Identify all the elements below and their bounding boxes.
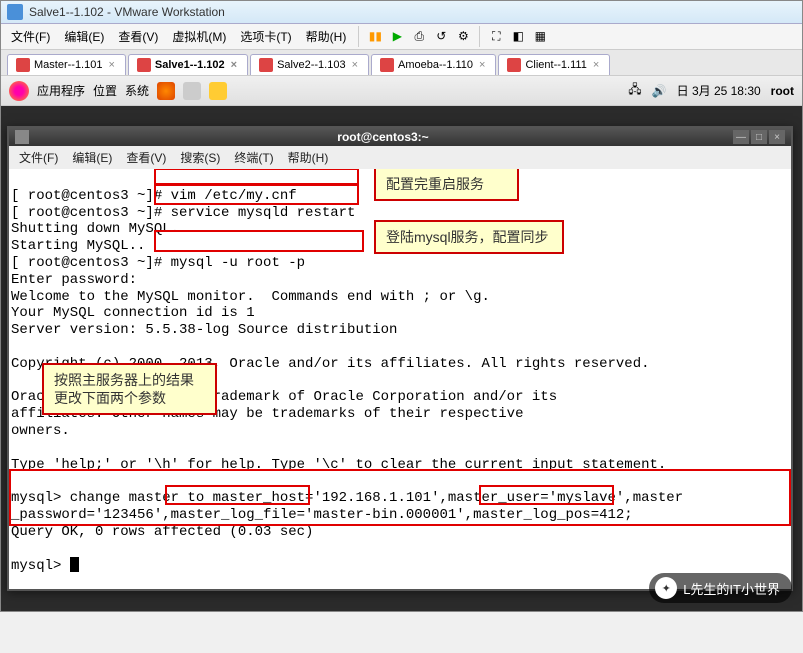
close-icon[interactable]: × bbox=[229, 59, 239, 71]
watermark-badge: ✦ L先生的IT小世界 bbox=[649, 573, 792, 603]
term-line: Starting MySQL.. bbox=[11, 238, 145, 254]
revert-icon[interactable]: ↺ bbox=[431, 26, 451, 46]
tab-salve1[interactable]: Salve1--1.102 × bbox=[128, 54, 248, 75]
terminal-icon bbox=[15, 130, 29, 144]
terminal-title: root@centos3:~ bbox=[35, 130, 731, 144]
term-line: mysql> bbox=[11, 558, 79, 574]
tmenu-file[interactable]: 文件(F) bbox=[13, 147, 64, 168]
menu-edit[interactable]: 编辑(E) bbox=[58, 26, 110, 47]
tab-label: Master--1.101 bbox=[34, 59, 102, 71]
tab-label: Salve2--1.103 bbox=[277, 59, 346, 71]
window-title: Salve1--1.102 - VMware Workstation bbox=[29, 5, 225, 19]
thumb-icon[interactable]: ▦ bbox=[530, 26, 550, 46]
tmenu-terminal[interactable]: 终端(T) bbox=[228, 147, 279, 168]
cursor bbox=[70, 557, 79, 572]
tab-label: Salve1--1.102 bbox=[155, 59, 225, 71]
watermark-text: L先生的IT小世界 bbox=[683, 579, 780, 598]
close-icon[interactable]: × bbox=[106, 59, 116, 71]
vm-tabs-bar: Master--1.101 × Salve1--1.102 × Salve2--1.… bbox=[1, 50, 802, 76]
volume-icon[interactable]: 🔊 bbox=[652, 84, 667, 98]
tmenu-view[interactable]: 查看(V) bbox=[120, 147, 172, 168]
manage-icon[interactable]: ⚙ bbox=[453, 26, 473, 46]
menu-tabs[interactable]: 选项卡(T) bbox=[234, 26, 297, 47]
snapshot-icon[interactable]: ⎙ bbox=[409, 26, 429, 46]
vm-display: root@centos3:~ — □ × 文件(F) 编辑(E) 查看(V) 搜… bbox=[1, 106, 802, 611]
tab-master[interactable]: Master--1.101 × bbox=[7, 54, 126, 75]
term-line: mysql> change master to master_host='192… bbox=[11, 490, 683, 506]
annotation-params: 按照主服务器上的结果更改下面两个参数 bbox=[42, 363, 217, 415]
panel-places[interactable]: 位置 bbox=[93, 82, 117, 99]
gnome-panel: 应用程序 位置 系统 🖧 🔊 日 3月 25 18:30 root bbox=[1, 76, 802, 106]
menu-file[interactable]: 文件(F) bbox=[5, 26, 56, 47]
term-line: Enter password: bbox=[11, 272, 137, 288]
maximize-button[interactable]: □ bbox=[751, 130, 767, 144]
play-icon[interactable]: ▶ bbox=[387, 26, 407, 46]
close-button[interactable]: × bbox=[769, 130, 785, 144]
tab-label: Client--1.111 bbox=[525, 59, 586, 71]
menu-vm[interactable]: 虚拟机(M) bbox=[166, 26, 232, 47]
annotation-restart: 配置完重启服务 bbox=[374, 169, 519, 201]
menu-view[interactable]: 查看(V) bbox=[112, 26, 164, 47]
term-line: Your MySQL connection id is 1 bbox=[11, 305, 255, 321]
clock[interactable]: 日 3月 25 18:30 bbox=[677, 82, 761, 99]
term-line: [ root@centos3 ~]# mysql -u root -p bbox=[11, 255, 305, 271]
menu-help[interactable]: 帮助(H) bbox=[300, 26, 353, 47]
tab-salve2[interactable]: Salve2--1.103 × bbox=[250, 54, 369, 75]
annotation-mysql: 登陆mysql服务，配置同步 bbox=[374, 220, 564, 254]
tmenu-help[interactable]: 帮助(H) bbox=[282, 147, 335, 168]
user-label[interactable]: root bbox=[771, 84, 794, 98]
wechat-icon: ✦ bbox=[655, 577, 677, 599]
close-icon[interactable]: × bbox=[591, 59, 601, 71]
term-line: Welcome to the MySQL monitor. Commands e… bbox=[11, 289, 490, 305]
close-icon[interactable]: × bbox=[350, 59, 360, 71]
panel-applications[interactable]: 应用程序 bbox=[37, 82, 85, 99]
vmware-window: Salve1--1.102 - VMware Workstation 文件(F)… bbox=[0, 0, 803, 612]
applications-icon[interactable] bbox=[9, 81, 29, 101]
highlight-vim-cmd bbox=[154, 169, 359, 186]
file-manager-icon[interactable] bbox=[183, 82, 201, 100]
firefox-icon[interactable] bbox=[157, 82, 175, 100]
term-line: [ root@centos3 ~]# vim /etc/my.cnf bbox=[11, 188, 297, 204]
tab-amoeba[interactable]: Amoeba--1.110 × bbox=[371, 54, 496, 75]
minimize-button[interactable]: — bbox=[733, 130, 749, 144]
vmware-menubar: 文件(F) 编辑(E) 查看(V) 虚拟机(M) 选项卡(T) 帮助(H) ▮▮… bbox=[1, 24, 802, 50]
vmware-titlebar: Salve1--1.102 - VMware Workstation bbox=[1, 1, 802, 24]
vmware-icon bbox=[7, 4, 23, 20]
tab-label: Amoeba--1.110 bbox=[398, 59, 473, 71]
term-line: [ root@centos3 ~]# service mysqld restar… bbox=[11, 205, 355, 221]
terminal-titlebar[interactable]: root@centos3:~ — □ × bbox=[9, 128, 791, 146]
tmenu-search[interactable]: 搜索(S) bbox=[174, 147, 226, 168]
term-line: Query OK, 0 rows affected (0.03 sec) bbox=[11, 524, 313, 540]
term-line: owners. bbox=[11, 423, 70, 439]
text-editor-icon[interactable] bbox=[209, 82, 227, 100]
term-line: Server version: 5.5.38-log Source distri… bbox=[11, 322, 397, 338]
terminal-content[interactable]: [ root@centos3 ~]# vim /etc/my.cnf [ roo… bbox=[9, 169, 791, 589]
terminal-menubar: 文件(F) 编辑(E) 查看(V) 搜索(S) 终端(T) 帮助(H) bbox=[9, 146, 791, 169]
fullscreen-icon[interactable]: ⛶ bbox=[486, 26, 506, 46]
unity-icon[interactable]: ◧ bbox=[508, 26, 528, 46]
panel-system[interactable]: 系统 bbox=[125, 82, 149, 99]
term-line: _password='123456',master_log_file='mast… bbox=[11, 507, 633, 523]
tab-client[interactable]: Client--1.111 × bbox=[498, 54, 610, 75]
pause-icon[interactable]: ▮▮ bbox=[365, 26, 385, 46]
close-icon[interactable]: × bbox=[477, 59, 487, 71]
tmenu-edit[interactable]: 编辑(E) bbox=[66, 147, 118, 168]
network-icon[interactable]: 🖧 bbox=[628, 80, 641, 101]
term-line: Type 'help;' or '\h' for help. Type '\c'… bbox=[11, 457, 666, 473]
terminal-window: root@centos3:~ — □ × 文件(F) 编辑(E) 查看(V) 搜… bbox=[7, 126, 793, 591]
